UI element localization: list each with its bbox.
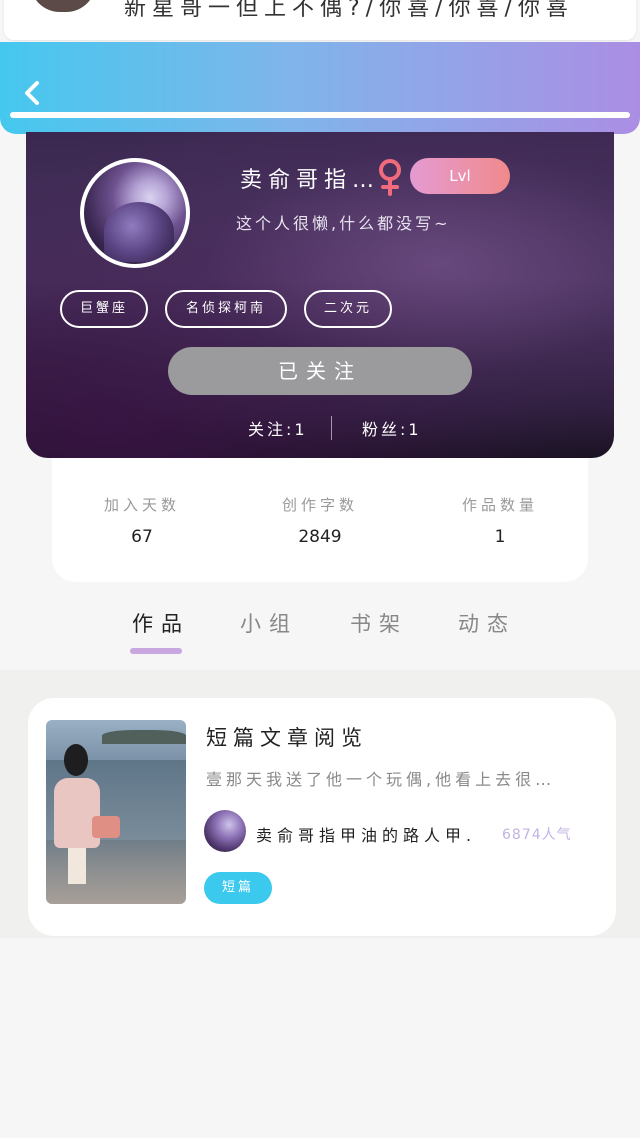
stat-works-count: 作品数量 1 [430,494,570,547]
work-cover-image [46,720,186,904]
stat-label: 作品数量 [461,496,538,514]
username: 卖俞哥指… [240,168,381,193]
author-avatar[interactable] [204,810,246,852]
previous-card-text: 新星哥一但上不偶?/你喜/你喜/你喜 [124,0,574,21]
user-bio: 这个人很懒,什么都没写~ [236,214,451,233]
work-excerpt: 壹那天我送了他一个玩偶,他看上去很… [206,770,556,789]
level-badge: Lvl [410,158,510,194]
cover-figure-hair [64,744,88,776]
tab-works[interactable]: 作品 [132,608,190,638]
stat-word-count: 创作字数 2849 [250,494,390,547]
header-divider [10,112,630,118]
profile-tag[interactable]: 名侦探柯南 [165,290,287,328]
popularity-count: 6874人气 [502,827,572,843]
stat-days-joined: 加入天数 67 [72,494,212,547]
profile-tag[interactable]: 二次元 [304,290,392,328]
tab-bookshelf[interactable]: 书架 [350,608,408,638]
avatar-figure [104,202,174,262]
cover-island [102,730,186,744]
work-title[interactable]: 短篇文章阅览 [206,722,368,752]
profile-tabs: 作品 小组 书架 动态 [0,600,640,670]
stats-card: 加入天数 67 创作字数 2849 作品数量 1 [52,458,588,582]
work-category-tag[interactable]: 短篇 [204,872,272,904]
user-avatar[interactable] [80,158,190,268]
tab-active-indicator [130,648,182,654]
female-icon [379,159,401,196]
back-button[interactable] [18,78,48,108]
stat-label: 创作字数 [281,496,358,514]
fans-count[interactable]: 粉丝:1 [362,416,422,440]
cover-figure-bag [92,816,120,838]
stat-value: 67 [131,527,153,547]
follow-stats: 关注:1 粉丝:1 [26,416,614,442]
following-count[interactable]: 关注:1 [248,416,308,440]
stat-label: 加入天数 [103,496,180,514]
profile-tag[interactable]: 巨蟹座 [60,290,148,328]
chevron-left-icon [25,81,39,105]
stat-value: 1 [494,527,506,547]
previous-card-thumbnail [30,0,96,12]
author-name[interactable]: 卖俞哥指甲油的路人甲. [256,822,476,846]
profile-card: 卖俞哥指… Lvl 这个人很懒,什么都没写~ 巨蟹座 名侦探柯南 二次元 已关注… [26,132,614,458]
follow-stats-divider [331,416,332,440]
stat-value: 2849 [298,527,342,547]
work-card[interactable]: 短篇文章阅览 壹那天我送了他一个玩偶,他看上去很… 卖俞哥指甲油的路人甲. 68… [28,698,616,936]
header-bar [0,42,640,134]
previous-card[interactable]: 新星哥一但上不偶?/你喜/你喜/你喜 [4,0,636,40]
cover-figure-legs [68,848,86,884]
tab-activity[interactable]: 动态 [458,608,516,638]
tab-groups[interactable]: 小组 [240,608,298,638]
follow-button[interactable]: 已关注 [168,347,472,395]
